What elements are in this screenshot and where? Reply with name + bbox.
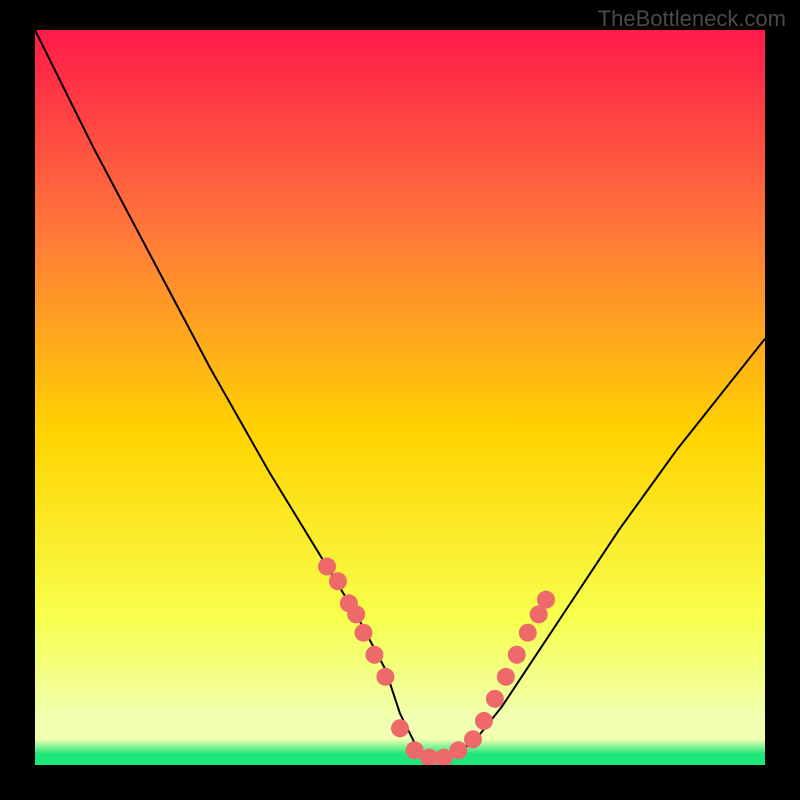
curve-marker: [486, 690, 504, 708]
curve-marker: [519, 624, 537, 642]
curve-marker: [318, 558, 336, 576]
curve-marker: [537, 591, 555, 609]
watermark-text: TheBottleneck.com: [598, 6, 786, 32]
curve-marker: [329, 572, 347, 590]
curve-marker: [376, 668, 394, 686]
curve-marker: [497, 668, 515, 686]
chart-svg: [35, 30, 765, 765]
curve-marker: [464, 730, 482, 748]
chart-plot-area: [35, 30, 765, 765]
curve-marker: [365, 646, 383, 664]
curve-marker: [508, 646, 526, 664]
curve-marker: [391, 719, 409, 737]
curve-marker: [475, 712, 493, 730]
curve-marker: [355, 624, 373, 642]
chart-background: [35, 30, 765, 765]
curve-marker: [347, 605, 365, 623]
curve-marker: [449, 741, 467, 759]
